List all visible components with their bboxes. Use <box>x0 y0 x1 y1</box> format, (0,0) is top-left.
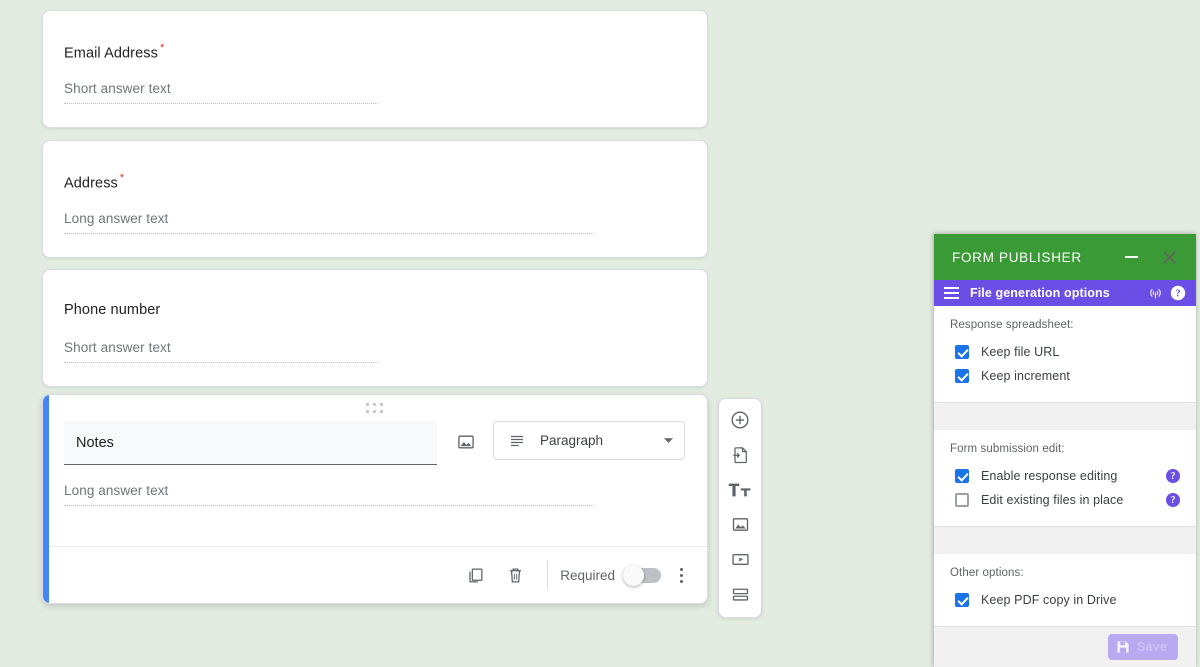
hamburger-menu-icon[interactable] <box>944 285 962 301</box>
option-label: Keep file URL <box>981 345 1060 359</box>
option-label: Enable response editing <box>981 469 1118 483</box>
checkbox-keep-file-url[interactable] <box>955 345 969 359</box>
section-label: Response spreadsheet: <box>950 319 1074 331</box>
required-asterisk: * <box>159 42 165 54</box>
add-title-icon[interactable] <box>727 478 753 501</box>
question-card[interactable]: Email Address * Short answer text <box>42 10 708 128</box>
option-row[interactable]: Keep PDF copy in Drive <box>934 588 1196 612</box>
required-toggle[interactable] <box>623 564 661 586</box>
option-section: Other options: Keep PDF copy in Drive <box>934 554 1196 626</box>
svg-text:?: ? <box>1176 289 1181 300</box>
save-label: Save <box>1137 640 1167 654</box>
add-image-icon[interactable] <box>452 428 480 456</box>
panel-sub-bar: File generation options ? <box>934 280 1196 306</box>
save-icon <box>1117 641 1129 653</box>
option-row[interactable]: Keep increment <box>934 364 1196 388</box>
question-type-select[interactable]: Paragraph <box>493 421 685 460</box>
section-label: Other options: <box>950 567 1024 579</box>
toolbar-divider <box>547 561 549 589</box>
answer-placeholder: Long answer text <box>64 483 594 506</box>
add-image-icon[interactable] <box>727 513 753 536</box>
option-label: Edit existing files in place <box>981 493 1124 507</box>
form-publisher-panel: FORM PUBLISHER File generation options ? <box>934 234 1196 667</box>
add-item-toolbar <box>718 398 762 618</box>
option-row[interactable]: Edit existing files in place ? <box>934 488 1196 512</box>
panel-body: Response spreadsheet: Keep file URL Keep… <box>934 306 1196 626</box>
selected-accent-bar <box>43 395 49 603</box>
question-title-text: Phone number <box>64 302 161 318</box>
checkbox-keep-increment[interactable] <box>955 369 969 383</box>
add-section-icon[interactable] <box>727 583 753 606</box>
required-label: Required <box>560 567 615 583</box>
question-title-text: Address <box>64 175 118 192</box>
panel-title-bar: FORM PUBLISHER <box>934 234 1196 280</box>
checkbox-keep-pdf-copy[interactable] <box>955 593 969 607</box>
help-icon[interactable]: ? <box>1166 469 1180 483</box>
form-editor-canvas: Email Address * Short answer text Address… <box>0 0 930 667</box>
section-label: Form submission edit: <box>950 443 1065 455</box>
section-spacer <box>934 527 1196 554</box>
checkbox-edit-existing-files[interactable] <box>955 493 969 507</box>
panel-footer: Save <box>934 626 1196 667</box>
option-section: Form submission edit: Enable response ed… <box>934 430 1196 527</box>
required-asterisk: * <box>119 172 125 184</box>
minimize-icon[interactable] <box>1118 244 1144 270</box>
option-row[interactable]: Enable response editing ? <box>934 464 1196 488</box>
question-title-value: Notes <box>76 434 114 451</box>
panel-subbar-title: File generation options <box>970 286 1110 300</box>
option-section: Response spreadsheet: Keep file URL Keep… <box>934 306 1196 403</box>
section-spacer <box>934 403 1196 430</box>
duplicate-icon[interactable] <box>455 555 495 595</box>
save-button[interactable]: Save <box>1108 634 1178 660</box>
import-questions-icon[interactable] <box>727 443 753 466</box>
delete-icon[interactable] <box>495 555 535 595</box>
option-row[interactable]: Keep file URL <box>934 340 1196 364</box>
answer-placeholder: Long answer text <box>64 211 594 234</box>
question-type-value: Paragraph <box>540 433 604 448</box>
question-title: Address * <box>64 172 124 192</box>
help-icon[interactable]: ? <box>1166 493 1180 507</box>
option-label: Keep PDF copy in Drive <box>981 593 1117 607</box>
panel-title: FORM PUBLISHER <box>952 249 1082 265</box>
question-card[interactable]: Phone number Short answer text <box>42 269 708 387</box>
add-video-icon[interactable] <box>727 548 753 571</box>
question-card[interactable]: Address * Long answer text <box>42 140 708 258</box>
checkbox-enable-response-editing[interactable] <box>955 469 969 483</box>
answer-placeholder: Short answer text <box>64 81 378 104</box>
question-title: Email Address * <box>64 42 164 62</box>
paragraph-icon <box>511 435 523 446</box>
add-question-icon[interactable] <box>727 408 753 431</box>
close-icon[interactable] <box>1156 244 1182 270</box>
drag-handle-icon[interactable] <box>355 402 395 414</box>
broadcast-icon[interactable] <box>1145 283 1165 303</box>
help-icon[interactable]: ? <box>1168 283 1188 303</box>
question-title: Phone number <box>64 301 160 319</box>
chevron-down-icon <box>663 438 674 443</box>
answer-placeholder: Short answer text <box>64 340 378 363</box>
question-title-text: Email Address <box>64 45 158 62</box>
question-toolbar: Required <box>50 546 707 603</box>
question-title-input[interactable]: Notes <box>64 421 437 465</box>
more-options-icon[interactable] <box>669 559 693 591</box>
option-label: Keep increment <box>981 369 1070 383</box>
